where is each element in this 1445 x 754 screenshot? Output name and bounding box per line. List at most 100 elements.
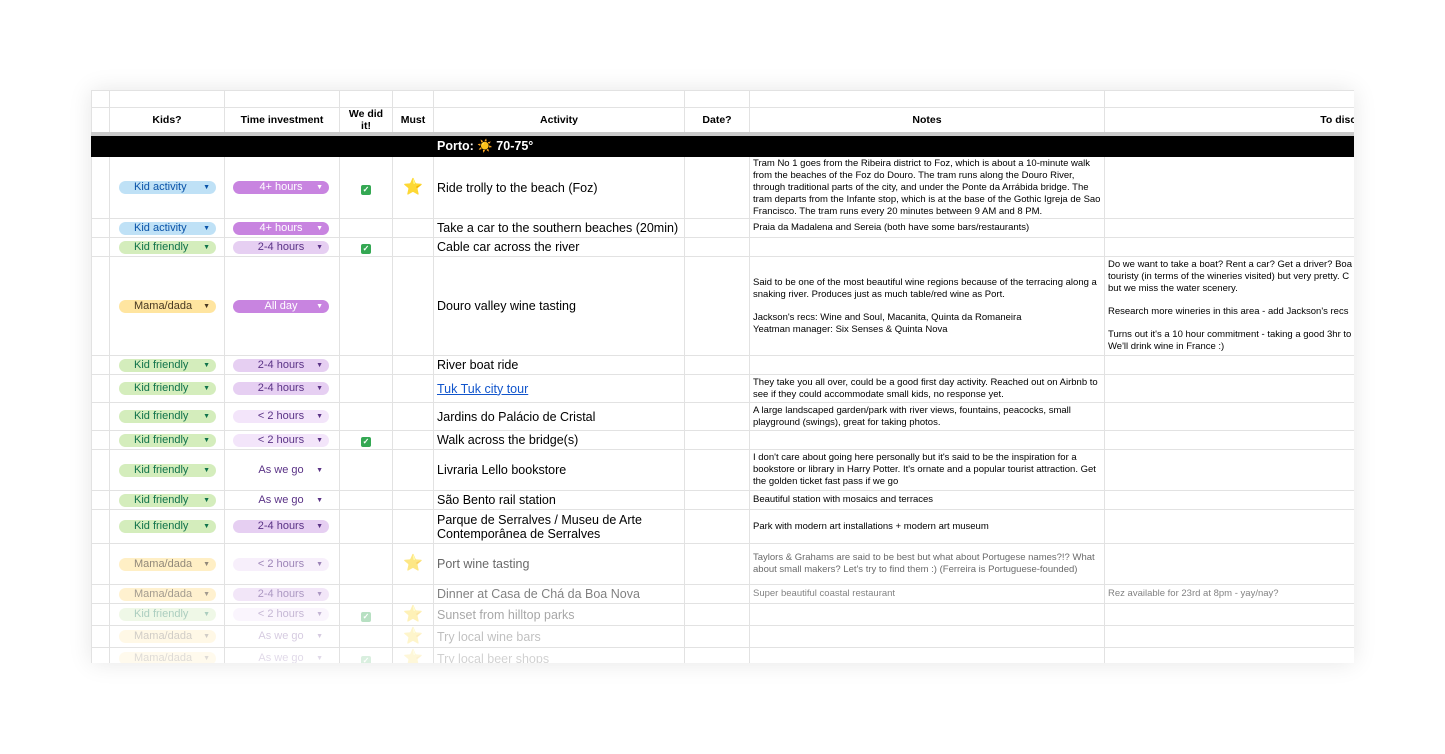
must-cell[interactable]: ⭐ (392, 647, 434, 663)
header-notes[interactable]: Notes (749, 107, 1105, 136)
kids-cell[interactable]: Kid friendly ▼ (109, 430, 225, 450)
notes-cell[interactable]: Park with modern art installations + mod… (749, 509, 1105, 544)
todo-cell[interactable] (1104, 355, 1354, 375)
time-dropdown-chip[interactable]: < 2 hours ▼ (233, 433, 329, 447)
date-cell[interactable] (684, 430, 750, 450)
activity-cell[interactable]: Take a car to the southern beaches (20mi… (433, 218, 685, 238)
section-title[interactable]: Porto: ☀️ 70-75° (433, 133, 1354, 157)
activity-cell[interactable]: Dinner at Casa de Chá da Boa Nova (433, 584, 685, 604)
must-cell[interactable] (392, 509, 434, 544)
time-dropdown-chip[interactable]: 2-4 hours ▼ (233, 358, 329, 372)
kids-dropdown-chip[interactable]: Mama/dada ▼ (119, 652, 216, 663)
date-cell[interactable] (684, 156, 750, 219)
notes-cell[interactable] (749, 237, 1105, 257)
did-it-cell[interactable] (339, 374, 393, 403)
time-dropdown-chip[interactable]: 2-4 hours ▼ (233, 382, 329, 395)
must-cell[interactable] (392, 584, 434, 604)
chevron-down-icon[interactable]: ▼ (203, 630, 210, 643)
kids-cell[interactable]: Kid activity ▼ (109, 218, 225, 238)
must-cell[interactable] (392, 449, 434, 491)
kids-dropdown-chip[interactable]: Mama/dada ▼ (119, 299, 216, 313)
kids-cell[interactable]: Mama/dada ▼ (109, 543, 225, 585)
activity-cell[interactable]: River boat ride (433, 355, 685, 375)
did-it-cell[interactable]: ✓ (339, 647, 393, 663)
chevron-down-icon[interactable]: ▼ (203, 464, 210, 477)
activity-cell[interactable]: Sunset from hilltop parks (433, 603, 685, 626)
date-cell[interactable] (684, 625, 750, 648)
chevron-down-icon[interactable]: ▼ (316, 181, 323, 194)
star-icon[interactable]: ⭐ (403, 606, 423, 623)
must-cell[interactable]: ⭐ (392, 156, 434, 219)
kids-cell[interactable]: Mama/dada ▼ (109, 625, 225, 648)
kids-cell[interactable]: Mama/dada ▼ (109, 584, 225, 604)
kids-cell[interactable]: Kid friendly ▼ (109, 237, 225, 257)
must-cell[interactable] (392, 430, 434, 450)
date-cell[interactable] (684, 355, 750, 375)
date-cell[interactable] (684, 647, 750, 663)
notes-cell[interactable]: I don't care about going here personally… (749, 449, 1105, 491)
did-it-cell[interactable] (339, 402, 393, 431)
header-kids[interactable]: Kids? (109, 107, 225, 136)
todo-cell[interactable] (1104, 449, 1354, 491)
did-it-cell[interactable] (339, 355, 393, 375)
must-cell[interactable]: ⭐ (392, 625, 434, 648)
chevron-down-icon[interactable]: ▼ (203, 608, 210, 621)
checkmark-icon[interactable]: ✓ (361, 244, 371, 254)
activity-link[interactable]: Tuk Tuk city tour (437, 382, 528, 396)
chevron-down-icon[interactable]: ▼ (316, 434, 323, 447)
notes-cell[interactable] (749, 647, 1105, 663)
activity-cell[interactable]: Try local beer shops (433, 647, 685, 663)
chevron-down-icon[interactable]: ▼ (316, 382, 323, 395)
must-cell[interactable] (392, 237, 434, 257)
date-cell[interactable] (684, 237, 750, 257)
todo-cell[interactable] (1104, 374, 1354, 403)
kids-cell[interactable]: Mama/dada ▼ (109, 256, 225, 356)
kids-cell[interactable]: Kid friendly ▼ (109, 402, 225, 431)
activity-cell[interactable]: Livraria Lello bookstore (433, 449, 685, 491)
did-it-cell[interactable] (339, 449, 393, 491)
notes-cell[interactable]: Praia da Madalena and Sereia (both have … (749, 218, 1105, 238)
chevron-down-icon[interactable]: ▼ (203, 652, 210, 663)
time-dropdown-chip[interactable]: As we go ▼ (233, 630, 329, 643)
must-cell[interactable] (392, 256, 434, 356)
date-cell[interactable] (684, 584, 750, 604)
date-cell[interactable] (684, 543, 750, 585)
todo-cell[interactable] (1104, 402, 1354, 431)
chevron-down-icon[interactable]: ▼ (316, 652, 323, 663)
must-cell[interactable]: ⭐ (392, 603, 434, 626)
kids-cell[interactable]: Kid friendly ▼ (109, 374, 225, 403)
time-cell[interactable]: 2-4 hours ▼ (224, 584, 340, 604)
date-cell[interactable] (684, 509, 750, 544)
chevron-down-icon[interactable]: ▼ (316, 520, 323, 533)
activity-cell[interactable]: Cable car across the river (433, 237, 685, 257)
time-dropdown-chip[interactable]: All day ▼ (233, 299, 329, 313)
kids-cell[interactable]: Kid friendly ▼ (109, 449, 225, 491)
kids-cell[interactable]: Kid friendly ▼ (109, 355, 225, 375)
time-cell[interactable]: 2-4 hours ▼ (224, 374, 340, 403)
chevron-down-icon[interactable]: ▼ (203, 222, 210, 235)
time-cell[interactable]: 4+ hours ▼ (224, 156, 340, 219)
did-it-cell[interactable]: ✓ (339, 430, 393, 450)
activity-cell[interactable]: Walk across the bridge(s) (433, 430, 685, 450)
time-cell[interactable]: All day ▼ (224, 256, 340, 356)
header-time-investment[interactable]: Time investment (224, 107, 340, 136)
chevron-down-icon[interactable]: ▼ (203, 181, 210, 194)
did-it-cell[interactable] (339, 509, 393, 544)
date-cell[interactable] (684, 256, 750, 356)
time-cell[interactable]: As we go ▼ (224, 625, 340, 648)
notes-cell[interactable]: Taylors & Grahams are said to be best bu… (749, 543, 1105, 585)
checkmark-icon[interactable]: ✓ (361, 655, 371, 663)
header-activity[interactable]: Activity (433, 107, 685, 136)
notes-cell[interactable]: A large landscaped garden/park with rive… (749, 402, 1105, 431)
time-dropdown-chip[interactable]: < 2 hours ▼ (233, 608, 329, 621)
date-cell[interactable] (684, 603, 750, 626)
must-cell[interactable] (392, 218, 434, 238)
activity-cell[interactable]: Parque de Serralves / Museu de Arte Cont… (433, 509, 685, 544)
todo-cell[interactable] (1104, 430, 1354, 450)
star-icon[interactable]: ⭐ (403, 179, 423, 196)
date-cell[interactable] (684, 402, 750, 431)
time-dropdown-chip[interactable]: 2-4 hours ▼ (233, 587, 329, 601)
chevron-down-icon[interactable]: ▼ (203, 359, 210, 372)
notes-cell[interactable] (749, 430, 1105, 450)
kids-dropdown-chip[interactable]: Mama/dada ▼ (119, 587, 216, 601)
